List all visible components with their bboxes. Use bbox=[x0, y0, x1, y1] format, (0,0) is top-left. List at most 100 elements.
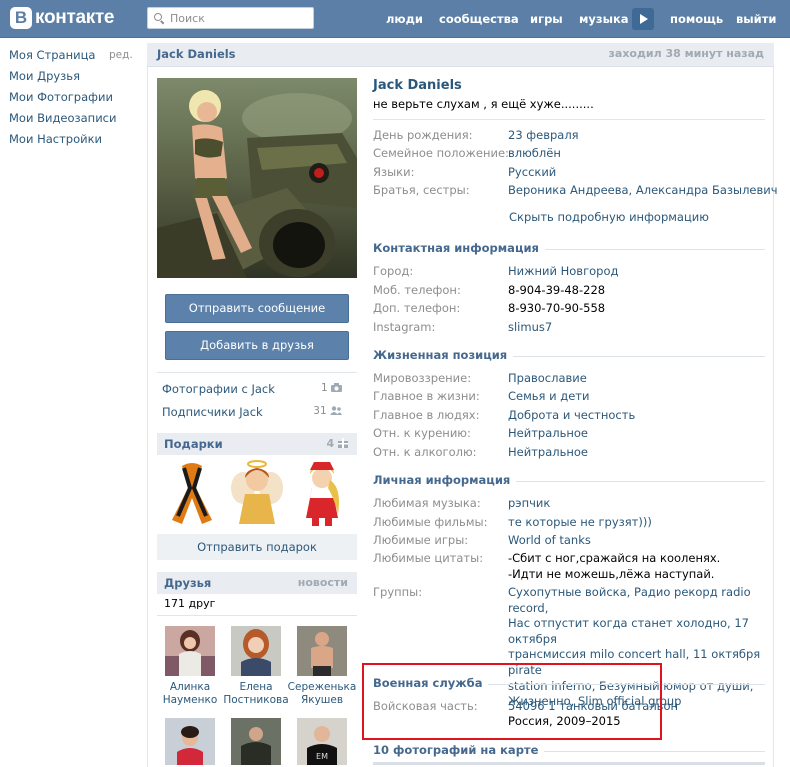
search-box[interactable] bbox=[147, 7, 314, 29]
last-seen: заходил 38 минут назад bbox=[608, 47, 764, 60]
siblings-label: Братья, сестры: bbox=[373, 183, 470, 197]
play-icon[interactable] bbox=[632, 8, 654, 30]
menu-my-friends[interactable]: Мои Друзья bbox=[9, 69, 139, 90]
photos-with-label[interactable]: Фотографии с Jack bbox=[162, 382, 275, 396]
friend-avatar[interactable] bbox=[297, 626, 347, 676]
gifts-header[interactable]: Подарки 4 bbox=[157, 433, 357, 455]
nav-help[interactable]: помощь bbox=[670, 0, 723, 38]
groups-line[interactable]: Сухопутные войска, Радио рекорд radio re… bbox=[508, 585, 766, 616]
friend-first-name[interactable]: Алинка bbox=[155, 681, 225, 694]
gift-ribbon-image[interactable] bbox=[160, 458, 224, 526]
nav-communities[interactable]: сообщества bbox=[439, 0, 519, 38]
contacts-section-header: Контактная информация bbox=[373, 241, 765, 257]
nav-people[interactable]: люди bbox=[386, 0, 423, 38]
divider bbox=[373, 119, 765, 120]
languages-label: Языки: bbox=[373, 165, 415, 179]
header-name: Jack Daniels bbox=[157, 47, 236, 61]
birthday-value[interactable]: 23 февраля bbox=[508, 128, 579, 142]
send-gift-button[interactable]: Отправить подарок bbox=[157, 534, 357, 560]
nav-logout[interactable]: выйти bbox=[736, 0, 776, 38]
contacts-title: Контактная информация bbox=[373, 241, 545, 255]
camera-icon bbox=[331, 383, 342, 392]
top-bar: В контакте люди сообщества игры музыка п… bbox=[0, 0, 790, 38]
gift-icon bbox=[338, 438, 348, 448]
worldview-label: Мировоззрение: bbox=[373, 371, 472, 385]
military-title: Военная служба bbox=[373, 676, 489, 690]
games-label: Любимые игры: bbox=[373, 533, 469, 547]
personal-title: Личная информация bbox=[373, 473, 517, 487]
groups-line[interactable]: Нас отпустит когда станет холодно, 17 ок… bbox=[508, 616, 766, 647]
friend-avatar[interactable]: EM bbox=[297, 718, 347, 765]
followers-link[interactable]: Подписчики Jack 31 bbox=[162, 405, 350, 421]
profile-status[interactable]: не верьте слухам , я ещё хуже......... bbox=[373, 97, 594, 111]
nav-music[interactable]: музыка bbox=[579, 0, 629, 38]
divider bbox=[157, 372, 357, 373]
add-friend-button[interactable]: Добавить в друзья bbox=[165, 331, 349, 360]
svg-text:EM: EM bbox=[316, 752, 328, 761]
friend-first-name[interactable]: Сереженька bbox=[287, 681, 357, 694]
friend-avatar[interactable] bbox=[165, 626, 215, 676]
divider bbox=[157, 615, 357, 616]
left-menu: Моя Страница ред. Мои Друзья Мои Фотогра… bbox=[9, 48, 139, 153]
city-value[interactable]: Нижний Новгород bbox=[508, 264, 618, 278]
gifts-count: 4 bbox=[326, 433, 348, 455]
profile-header: Jack Daniels заходил 38 минут назад bbox=[147, 43, 774, 67]
life-section-header: Жизненная позиция bbox=[373, 348, 765, 364]
gifts-count-number: 4 bbox=[326, 437, 335, 450]
friend-name[interactable]: Алинка Науменко bbox=[155, 681, 225, 707]
gift-angel-image[interactable] bbox=[225, 458, 289, 526]
menu-edit-link[interactable]: ред. bbox=[109, 48, 133, 63]
alcohol-value[interactable]: Нейтральное bbox=[508, 445, 588, 459]
friend-avatar[interactable] bbox=[231, 718, 281, 765]
vk-logo[interactable]: В контакте bbox=[10, 6, 115, 30]
photos-with-link[interactable]: Фотографии с Jack 1 bbox=[162, 382, 350, 398]
siblings-value[interactable]: Вероника Андреева, Александра Базылевич bbox=[508, 183, 778, 197]
menu-my-page-label[interactable]: Моя Страница bbox=[9, 48, 95, 62]
profile-avatar[interactable] bbox=[157, 78, 357, 278]
menu-my-photos[interactable]: Мои Фотографии bbox=[9, 90, 139, 111]
followers-number: 31 bbox=[313, 405, 327, 417]
life-main-value[interactable]: Семья и дети bbox=[508, 389, 589, 403]
gift-snowmaiden-image[interactable] bbox=[290, 458, 354, 526]
friend-avatar[interactable] bbox=[165, 718, 215, 765]
friend-name[interactable]: Сереженька Якушев bbox=[287, 681, 357, 707]
nav-games[interactable]: игры bbox=[530, 0, 563, 38]
search-input[interactable] bbox=[170, 11, 300, 25]
relationship-value[interactable]: влюблён bbox=[508, 146, 561, 160]
city-label: Город: bbox=[373, 264, 414, 278]
games-value[interactable]: World of tanks bbox=[508, 533, 591, 547]
languages-value[interactable]: Русский bbox=[508, 165, 556, 179]
friend-name[interactable]: Елена Постникова bbox=[221, 681, 291, 707]
extra-phone-label: Доп. телефон: bbox=[373, 301, 461, 315]
quotes-label: Любимые цитаты: bbox=[373, 551, 484, 565]
menu-my-page[interactable]: Моя Страница ред. bbox=[9, 48, 139, 69]
movies-value[interactable]: те которые не грузят))) bbox=[508, 515, 652, 529]
logo-text: контакте bbox=[35, 7, 115, 28]
instagram-value[interactable]: slimus7 bbox=[508, 320, 552, 334]
life-title: Жизненная позиция bbox=[373, 348, 514, 362]
friend-photo-image: EM bbox=[297, 718, 347, 765]
send-message-button[interactable]: Отправить сообщение bbox=[165, 294, 349, 323]
friend-photo-image bbox=[297, 626, 347, 676]
menu-my-videos[interactable]: Мои Видеозаписи bbox=[9, 111, 139, 132]
people-main-value[interactable]: Доброта и честность bbox=[508, 408, 635, 422]
friend-last-name[interactable]: Науменко bbox=[155, 694, 225, 707]
music-value[interactable]: рэпчик bbox=[508, 496, 550, 510]
friends-header[interactable]: Друзья новости bbox=[157, 572, 357, 594]
friends-news-link[interactable]: новости bbox=[298, 572, 348, 594]
friend-avatar[interactable] bbox=[231, 626, 281, 676]
smoking-value[interactable]: Нейтральное bbox=[508, 426, 588, 440]
friend-photo-image bbox=[165, 626, 215, 676]
menu-my-settings[interactable]: Мои Настройки bbox=[9, 132, 139, 153]
instagram-label: Instagram: bbox=[373, 320, 436, 334]
friend-first-name[interactable]: Елена bbox=[221, 681, 291, 694]
people-main-label: Главное в людях: bbox=[373, 408, 480, 422]
worldview-value[interactable]: Православие bbox=[508, 371, 587, 385]
profile-name: Jack Daniels bbox=[373, 78, 462, 93]
map-photos-title[interactable]: 10 фотографий на карте bbox=[373, 743, 545, 757]
friend-photo-image bbox=[231, 718, 281, 765]
friend-last-name[interactable]: Постникова bbox=[221, 694, 291, 707]
hide-details-link[interactable]: Скрыть подробную информацию bbox=[509, 210, 709, 224]
followers-label[interactable]: Подписчики Jack bbox=[162, 405, 263, 419]
friend-last-name[interactable]: Якушев bbox=[287, 694, 357, 707]
